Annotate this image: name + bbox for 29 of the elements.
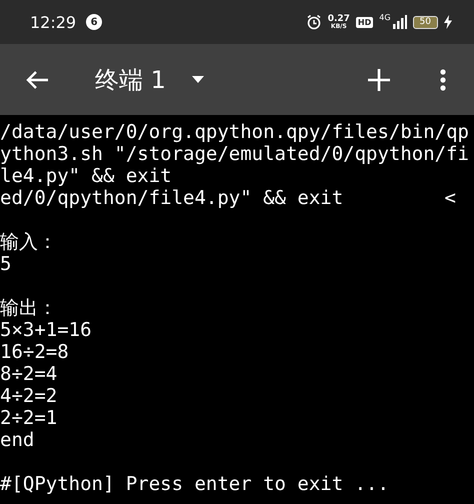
terminal-line: 5 — [0, 253, 12, 275]
signal-icon — [392, 15, 407, 29]
terminal-line: 5×3+1=16 — [0, 319, 92, 341]
battery-level: 50 — [412, 16, 438, 28]
terminal-line: 4÷2=2 — [0, 385, 58, 407]
terminal-line: end — [0, 429, 34, 451]
more-menu-icon[interactable] — [440, 68, 446, 90]
terminal-line: 16÷2=8 — [0, 341, 69, 363]
clock-time: 12:29 — [30, 12, 76, 32]
terminal-line: 2÷2=1 — [0, 407, 58, 429]
terminal-line: ed/0/qpython/file4.py" && exit — [0, 187, 344, 209]
network-type: 4G — [379, 13, 391, 22]
charging-icon — [444, 15, 452, 29]
notification-count: 6 — [86, 14, 102, 30]
terminal-line: 输出： — [0, 297, 57, 319]
terminal-line: ython3.sh "/storage/emulated/0/qpython/fi — [0, 143, 469, 165]
network-speed: 0.27 — [328, 14, 350, 24]
hd-badge: HD — [356, 16, 374, 28]
terminal-line: /data/user/0/org.qpython.qpy/files/bin/qp — [0, 121, 469, 143]
dropdown-caret-icon[interactable] — [192, 76, 204, 83]
scroll-mark: < — [444, 187, 456, 209]
terminal-line: 8÷2=4 — [0, 363, 58, 385]
terminal-line: 输入： — [0, 231, 57, 253]
back-arrow-icon[interactable] — [25, 70, 49, 90]
terminal-line: le4.py" && exit — [0, 165, 172, 187]
add-icon[interactable] — [368, 68, 390, 90]
terminal-title[interactable]: 终端 1 — [95, 64, 166, 96]
terminal-line: #[QPython] Press enter to exit ... — [0, 473, 389, 495]
alarm-icon — [306, 14, 322, 30]
